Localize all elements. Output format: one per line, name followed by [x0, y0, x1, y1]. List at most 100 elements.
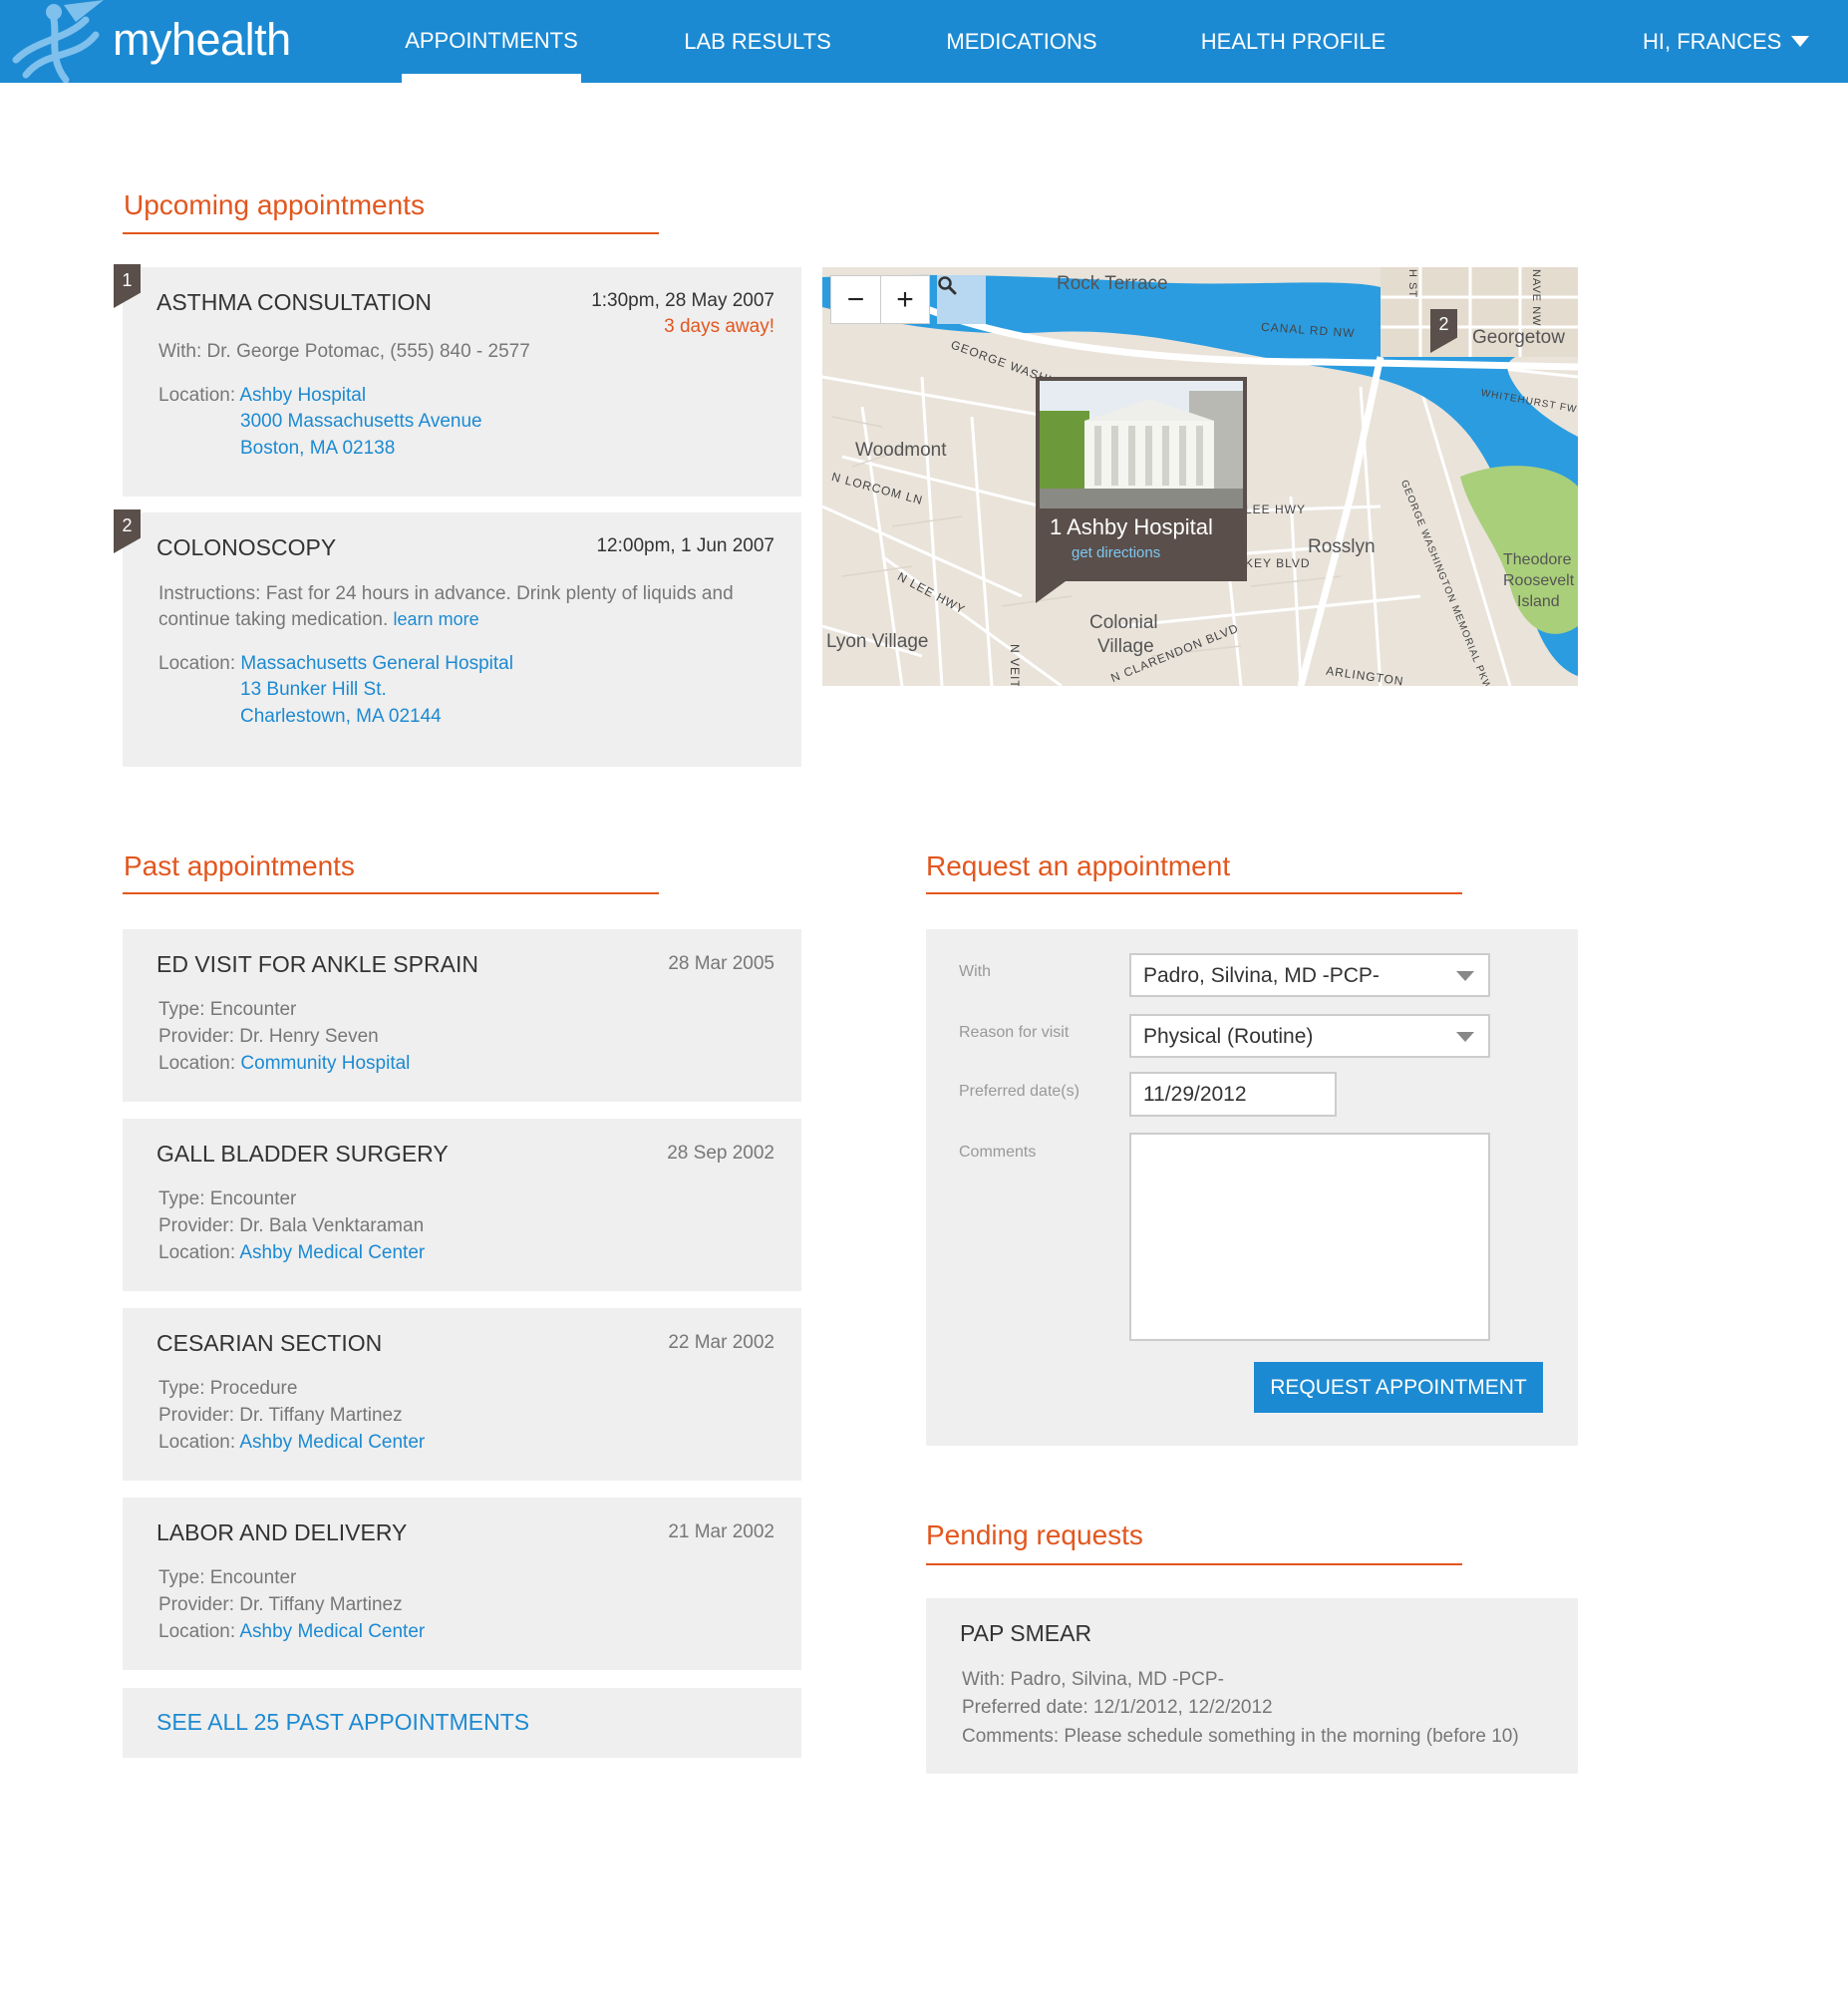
location-link[interactable]: Community Hospital — [240, 1053, 410, 1074]
map-label: Georgetow — [1472, 327, 1565, 348]
nav-tab-label: MEDICATIONS — [946, 28, 1097, 54]
appointment-title: LABOR AND DELIVERY — [156, 1519, 408, 1545]
request-comments: Comments: Please schedule something in t… — [962, 1726, 1519, 1747]
reason-select[interactable]: Physical (Routine) — [1129, 1014, 1490, 1058]
nav-tab-lab-results[interactable]: LAB RESULTS — [678, 0, 837, 83]
user-greeting: HI, FRANCES — [1643, 28, 1782, 54]
request-divider — [926, 892, 1462, 894]
appointment-with: With: Dr. George Potomac, (555) 840 - 25… — [158, 341, 530, 362]
appointment-time: 12:00pm, 1 Jun 2007 — [596, 535, 774, 556]
hospital-photo — [1040, 381, 1243, 508]
location-row: Location: Ashby Medical Center — [158, 1242, 425, 1264]
instructions-text: continue taking medication. — [158, 609, 389, 630]
location-link[interactable]: Ashby Hospital — [239, 385, 366, 406]
nav-tab-appointments[interactable]: APPOINTMENTS — [402, 0, 581, 83]
provider-select-value: Padro, Silvina, MD -PCP- — [1143, 964, 1380, 987]
upcoming-card[interactable]: COLONOSCOPY 12:00pm, 1 Jun 2007 Instruct… — [123, 512, 801, 767]
map-label: Island — [1517, 593, 1560, 610]
date-label: Preferred date(s) — [959, 1083, 1079, 1100]
map-label: Village — [1097, 636, 1154, 657]
magnifier-icon — [938, 276, 957, 295]
appointments-map[interactable]: − + Rock Terrace Georgetow Woodmont Ross… — [822, 267, 1578, 686]
chevron-down-icon — [1456, 971, 1474, 981]
request-with: With: Padro, Silvina, MD -PCP- — [962, 1669, 1224, 1690]
instructions-line-1: Instructions: Fast for 24 hours in advan… — [158, 583, 734, 604]
zoom-controls: − + — [830, 275, 930, 324]
location-link[interactable]: Ashby Medical Center — [239, 1242, 425, 1263]
popup-title: 1 Ashby Hospital — [1050, 514, 1213, 539]
appointment-type: Type: Procedure — [158, 1378, 298, 1399]
request-heading: Request an appointment — [926, 850, 1231, 881]
appointment-title: GALL BLADDER SURGERY — [156, 1141, 449, 1167]
see-all-label: SEE ALL 25 PAST APPOINTMENTS — [156, 1709, 530, 1735]
pending-request-card[interactable]: PAP SMEAR With: Padro, Silvina, MD -PCP-… — [926, 1598, 1578, 1774]
chevron-down-icon — [1456, 1032, 1474, 1042]
address-line-1[interactable]: 13 Bunker Hill St. — [240, 679, 387, 701]
location-row: Location: Community Hospital — [158, 1053, 410, 1075]
provider-select[interactable]: Padro, Silvina, MD -PCP- — [1129, 953, 1490, 997]
instructions-line-2: continue taking medication. learn more — [158, 609, 479, 631]
caduceus-icon — [12, 0, 104, 83]
learn-more-link[interactable]: learn more — [394, 609, 479, 629]
street-label: NAVE NW — [1530, 269, 1542, 327]
location-row: Location: Ashby Medical Center — [158, 1432, 425, 1454]
location-label: Location: — [158, 1621, 236, 1642]
appointment-type: Type: Encounter — [158, 1188, 297, 1209]
location-row: Location: Ashby Hospital — [158, 385, 366, 407]
past-appointment-card[interactable]: ED VISIT FOR ANKLE SPRAIN 28 Mar 2005 Ty… — [123, 929, 801, 1102]
user-menu[interactable]: HI, FRANCES — [1643, 0, 1810, 83]
past-appointment-card[interactable]: CESARIAN SECTION 22 Mar 2002 Type: Proce… — [123, 1308, 801, 1481]
appointment-date: 21 Mar 2002 — [668, 1521, 774, 1542]
appointment-provider: Provider: Dr. Bala Venktaraman — [158, 1215, 425, 1236]
reason-select-value: Physical (Routine) — [1143, 1025, 1314, 1048]
past-appointment-card[interactable]: GALL BLADDER SURGERY 28 Sep 2002 Type: E… — [123, 1119, 801, 1291]
upcoming-heading: Upcoming appointments — [124, 189, 425, 220]
past-divider — [123, 892, 659, 894]
countdown-badge: 3 days away! — [664, 316, 774, 337]
nav-tab-label: HEALTH PROFILE — [1200, 28, 1386, 54]
request-form: With Padro, Silvina, MD -PCP- Reason for… — [926, 929, 1578, 1446]
location-row: Location: Massachusetts General Hospital — [158, 653, 513, 675]
zoom-in-button[interactable]: + — [880, 276, 929, 323]
see-all-past-button[interactable]: SEE ALL 25 PAST APPOINTMENTS — [123, 1688, 801, 1758]
location-label: Location: — [158, 1242, 236, 1263]
brand-logo[interactable]: myhealth — [0, 0, 299, 83]
location-label: Location: — [158, 1053, 236, 1074]
comments-textarea[interactable] — [1129, 1133, 1490, 1341]
past-appointment-card[interactable]: LABOR AND DELIVERY 21 Mar 2002 Type: Enc… — [123, 1498, 801, 1670]
map-label: Lyon Village — [826, 631, 929, 652]
request-preferred-date: Preferred date: 12/1/2012, 12/2/2012 — [962, 1697, 1273, 1718]
reason-label: Reason for visit — [959, 1024, 1070, 1041]
location-link[interactable]: Ashby Medical Center — [239, 1432, 425, 1453]
upcoming-card[interactable]: ASTHMA CONSULTATION 1:30pm, 28 May 2007 … — [123, 267, 801, 497]
nav-tab-medications[interactable]: MEDICATIONS — [937, 0, 1106, 83]
appointment-date: 22 Mar 2002 — [668, 1332, 774, 1353]
appointment-date: 28 Mar 2005 — [668, 953, 774, 974]
past-heading: Past appointments — [124, 850, 355, 881]
preferred-date-input[interactable] — [1129, 1072, 1337, 1117]
pending-heading: Pending requests — [926, 1519, 1143, 1550]
location-label: Location: — [158, 653, 236, 674]
nav-tab-health-profile[interactable]: HEALTH PROFILE — [1196, 0, 1390, 83]
address-line-2[interactable]: Boston, MA 02138 — [240, 438, 395, 460]
zoom-out-button[interactable]: − — [831, 276, 880, 323]
request-appointment-button[interactable]: REQUEST APPOINTMENT — [1254, 1362, 1543, 1413]
location-link[interactable]: Ashby Medical Center — [239, 1621, 425, 1642]
map-search-button[interactable] — [937, 275, 986, 324]
request-title: PAP SMEAR — [960, 1620, 1092, 1646]
address-line-2[interactable]: Charlestown, MA 02144 — [240, 706, 442, 728]
nav-tab-label: APPOINTMENTS — [405, 28, 578, 53]
location-label: Location: — [158, 385, 236, 406]
street-label: N VEITCH ST — [1008, 644, 1022, 686]
get-directions-link[interactable]: get directions — [1072, 544, 1160, 561]
street-label: LEE HWY — [1245, 503, 1307, 516]
appointment-provider: Provider: Dr. Tiffany Martinez — [158, 1594, 403, 1615]
location-popup[interactable]: 1 Ashby Hospital get directions — [1036, 377, 1247, 581]
street-label: KEY BLVD — [1245, 556, 1311, 570]
address-line-1[interactable]: 3000 Massachusetts Avenue — [240, 411, 482, 433]
location-link[interactable]: Massachusetts General Hospital — [240, 653, 513, 674]
map-label: Rosslyn — [1308, 536, 1376, 557]
appointment-date: 28 Sep 2002 — [667, 1143, 774, 1164]
chevron-down-icon — [1791, 36, 1810, 47]
map-label: Roosevelt — [1503, 572, 1575, 589]
